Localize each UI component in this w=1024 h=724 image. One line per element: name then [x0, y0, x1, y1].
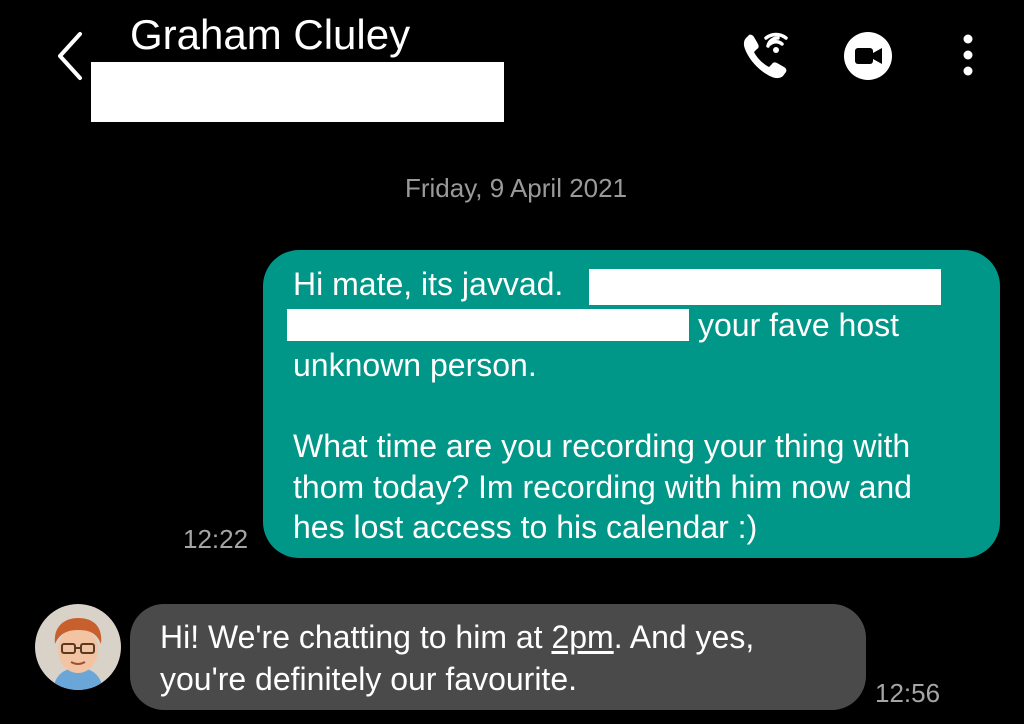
- conversation-header: Graham Cluley: [0, 0, 1024, 140]
- contact-avatar[interactable]: [35, 604, 121, 690]
- back-button[interactable]: [48, 28, 92, 84]
- message-line: [293, 386, 983, 427]
- message-line: Hi mate, its javvad.: [293, 264, 983, 305]
- message-text: Hi! We're chatting to him at: [160, 619, 552, 655]
- outgoing-message-time: 12:22: [183, 524, 249, 554]
- incoming-message-time: 12:56: [875, 678, 941, 708]
- redacted-text: [287, 308, 689, 341]
- incoming-message-text: Hi! We're chatting to him at 2pm. And ye…: [160, 616, 850, 700]
- video-call-button[interactable]: [842, 30, 894, 82]
- message-line: Hi! We're chatting to him at 2pm. And ye…: [160, 616, 850, 658]
- redacted-contact-number: [91, 62, 504, 122]
- message-line: you're definitely our favourite.: [160, 661, 577, 697]
- message-text: your fave host: [698, 306, 899, 343]
- message-line: unknown person.: [293, 347, 537, 383]
- message-line: thom today? Im recording with him now an…: [293, 468, 912, 505]
- outgoing-message-bubble[interactable]: Hi mate, its javvad. your fave host unkn…: [263, 250, 1000, 558]
- contact-name[interactable]: Graham Cluley: [130, 10, 410, 60]
- message-line: What time are you recording your thing w…: [293, 428, 911, 464]
- wifi-call-icon: [743, 32, 788, 79]
- incoming-message-bubble[interactable]: Hi! We're chatting to him at 2pm. And ye…: [130, 604, 866, 710]
- call-button[interactable]: [738, 28, 794, 84]
- chevron-left-icon: [58, 32, 82, 80]
- outgoing-message-text: Hi mate, its javvad. your fave host unkn…: [287, 264, 983, 548]
- message-text: . And yes,: [613, 619, 755, 655]
- more-vertical-icon: [963, 34, 973, 76]
- message-text: Hi mate, its javvad.: [293, 266, 564, 302]
- avatar-illustration: [35, 604, 121, 690]
- time-link[interactable]: 2pm: [551, 619, 613, 655]
- date-separator: Friday, 9 April 2021: [404, 173, 628, 203]
- redacted-text: [589, 269, 941, 305]
- video-call-icon: [844, 32, 892, 80]
- more-options-button[interactable]: [950, 28, 986, 84]
- message-line: your fave host: [287, 305, 983, 346]
- message-line: hes lost access to his calendar :): [293, 509, 758, 545]
